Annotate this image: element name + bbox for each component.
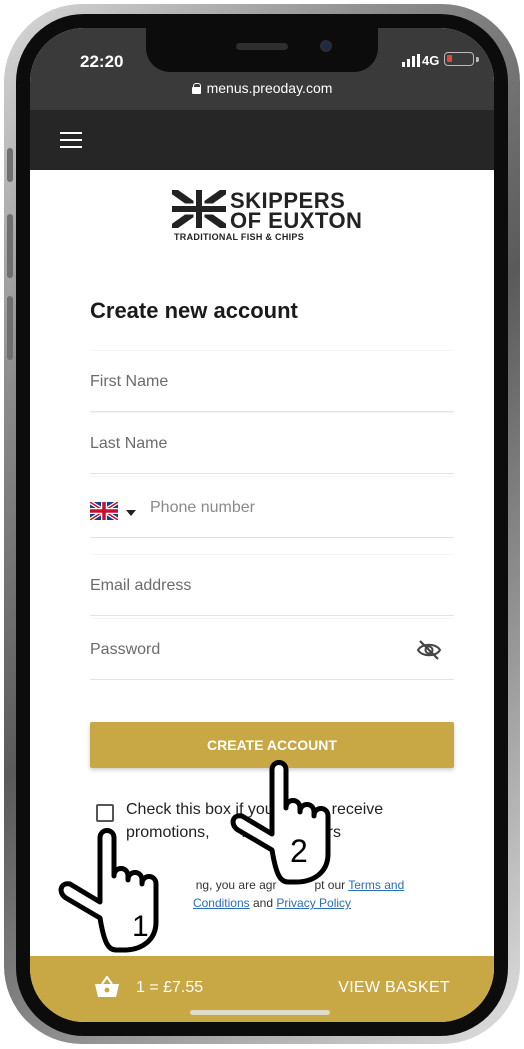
page-title: Create new account: [90, 298, 298, 323]
pointing-hand-icon-step-2: 2: [230, 760, 331, 885]
password-field[interactable]: Password: [90, 618, 454, 680]
step-1-label: 1: [132, 910, 149, 943]
lock-icon: [191, 83, 202, 94]
mute-switch: [7, 148, 13, 182]
battery-tip: [476, 57, 479, 62]
network-type: 4G: [422, 53, 440, 68]
address-bar[interactable]: menus.preoday.com: [30, 80, 494, 96]
brand-name-line2: OF EUXTON: [230, 208, 363, 233]
pointing-hand-icon-step-1: 1: [58, 828, 159, 953]
basket-icon: [95, 976, 119, 997]
top-navbar: [30, 110, 494, 170]
home-indicator: [190, 1010, 330, 1015]
signal-icon: [402, 54, 420, 67]
volume-down-button: [7, 296, 13, 360]
view-basket-button[interactable]: VIEW BASKET: [338, 979, 450, 997]
uk-flag-icon[interactable]: [90, 502, 118, 520]
menu-icon[interactable]: [60, 132, 82, 148]
first-name-field[interactable]: First Name: [90, 350, 454, 412]
last-name-field[interactable]: Last Name: [90, 412, 454, 474]
battery-icon: [444, 52, 474, 66]
volume-up-button: [7, 214, 13, 278]
speaker: [236, 43, 288, 50]
step-2-label: 2: [290, 833, 308, 869]
phone-field[interactable]: Phone number: [90, 476, 454, 538]
email-placeholder: Email address: [90, 577, 192, 594]
basket-summary: 1 = £7.55: [136, 979, 204, 996]
brand-logo: SKIPPERS OF EUXTON TRADITIONAL FISH & CH…: [172, 188, 368, 244]
email-field[interactable]: Email address: [90, 554, 454, 616]
front-camera: [320, 40, 332, 52]
password-placeholder: Password: [90, 641, 161, 658]
phone-placeholder: Phone number: [150, 499, 255, 516]
first-name-placeholder: First Name: [90, 373, 169, 390]
eye-off-icon[interactable]: [416, 639, 442, 661]
conditions-link[interactable]: Conditions: [193, 896, 250, 910]
status-time: 22:20: [80, 52, 124, 71]
notch: [146, 28, 378, 72]
url-text: menus.preoday.com: [206, 80, 333, 96]
agree-and: and: [252, 896, 274, 910]
privacy-link[interactable]: Privacy Policy: [276, 896, 351, 910]
union-flag-icon: [172, 190, 226, 228]
country-dropdown-icon[interactable]: [126, 510, 136, 516]
last-name-placeholder: Last Name: [90, 435, 168, 452]
brand-tagline: TRADITIONAL FISH & CHIPS: [174, 232, 305, 242]
